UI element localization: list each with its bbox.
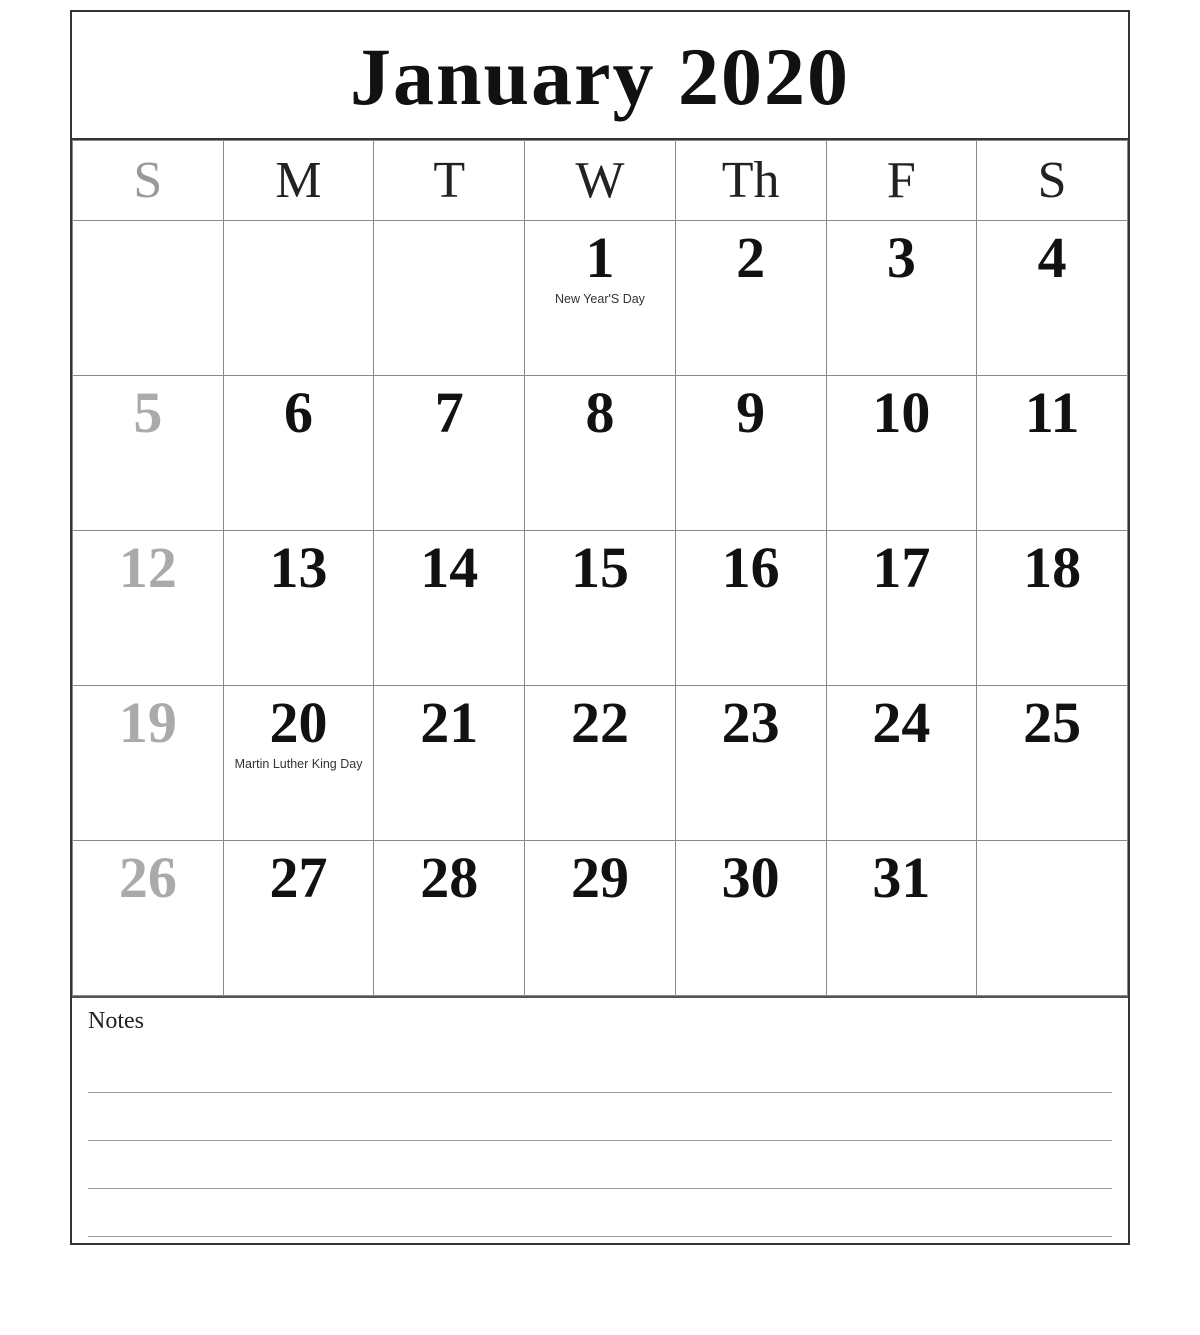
- day-number: 1: [535, 229, 665, 287]
- day-of-week-header: Th: [675, 141, 826, 221]
- day-number: 8: [535, 384, 665, 442]
- calendar-header: January 2020: [72, 12, 1128, 140]
- day-number: 27: [234, 849, 364, 907]
- notes-line: [88, 1045, 1112, 1093]
- calendar-day-cell: 10: [826, 376, 977, 531]
- day-number: 9: [686, 384, 816, 442]
- day-of-week-header: S: [73, 141, 224, 221]
- calendar-grid: SMTWThFS 1New Year'S Day2345678910111213…: [72, 140, 1128, 996]
- day-number: 22: [535, 694, 665, 752]
- day-number: 15: [535, 539, 665, 597]
- calendar-day-cell: 25: [977, 686, 1128, 841]
- calendar-day-cell: [977, 841, 1128, 996]
- day-number: 3: [837, 229, 967, 287]
- calendar-week-row: 56789 10 11: [73, 376, 1128, 531]
- calendar-title: January 2020: [82, 30, 1118, 124]
- calendar-day-cell: 5: [73, 376, 224, 531]
- notes-section: Notes: [72, 996, 1128, 1243]
- calendar-day-cell: 26: [73, 841, 224, 996]
- calendar-day-cell: 4: [977, 221, 1128, 376]
- calendar-day-cell: 19: [73, 686, 224, 841]
- day-holiday-label: Martin Luther King Day: [234, 756, 364, 772]
- day-number: 7: [384, 384, 514, 442]
- calendar-container: January 2020 SMTWThFS 1New Year'S Day234…: [70, 10, 1130, 1245]
- day-number: 18: [987, 539, 1117, 597]
- calendar-day-cell: 29: [525, 841, 676, 996]
- day-number: 20: [234, 694, 364, 752]
- calendar-day-cell: 17: [826, 531, 977, 686]
- calendar-day-cell: 24: [826, 686, 977, 841]
- day-number: 17: [837, 539, 967, 597]
- notes-line: [88, 1141, 1112, 1189]
- calendar-day-cell: 18: [977, 531, 1128, 686]
- day-number: 31: [837, 849, 967, 907]
- calendar-week-row: 1 New Year'S Day 234: [73, 221, 1128, 376]
- calendar-day-cell: 27: [223, 841, 374, 996]
- calendar-day-cell: 30: [675, 841, 826, 996]
- calendar-day-cell: [73, 221, 224, 376]
- day-number: 23: [686, 694, 816, 752]
- day-number: 14: [384, 539, 514, 597]
- day-of-week-header: T: [374, 141, 525, 221]
- day-number: 11: [987, 384, 1117, 442]
- calendar-day-cell: 1 New Year'S Day: [525, 221, 676, 376]
- calendar-day-cell: 11: [977, 376, 1128, 531]
- day-of-week-header: F: [826, 141, 977, 221]
- day-number: 4: [987, 229, 1117, 287]
- notes-line: [88, 1189, 1112, 1237]
- day-number: 5: [83, 384, 213, 442]
- notes-line: [88, 1093, 1112, 1141]
- calendar-week-row: 19 20 Martin Luther King Day 21 22 23 24 25: [73, 686, 1128, 841]
- day-number: 19: [83, 694, 213, 752]
- calendar-day-cell: 8: [525, 376, 676, 531]
- day-of-week-header: W: [525, 141, 676, 221]
- day-number: 10: [837, 384, 967, 442]
- day-of-week-header: M: [223, 141, 374, 221]
- day-number: 29: [535, 849, 665, 907]
- day-holiday-label: New Year'S Day: [535, 291, 665, 307]
- calendar-day-cell: 15: [525, 531, 676, 686]
- calendar-day-cell: 12: [73, 531, 224, 686]
- calendar-day-cell: 31: [826, 841, 977, 996]
- notes-lines: [88, 1045, 1112, 1237]
- calendar-day-cell: [223, 221, 374, 376]
- calendar-week-row: 12 13 14 15 16 17 18: [73, 531, 1128, 686]
- calendar-day-cell: 2: [675, 221, 826, 376]
- calendar-day-cell: 21: [374, 686, 525, 841]
- day-number: 2: [686, 229, 816, 287]
- notes-label: Notes: [88, 1008, 1112, 1035]
- day-of-week-header: S: [977, 141, 1128, 221]
- calendar-day-cell: 14: [374, 531, 525, 686]
- calendar-day-cell: 16: [675, 531, 826, 686]
- calendar-day-cell: 28: [374, 841, 525, 996]
- calendar-week-row: 26 27 28 29 30 31: [73, 841, 1128, 996]
- calendar-day-cell: 13: [223, 531, 374, 686]
- day-number: 30: [686, 849, 816, 907]
- day-number: 16: [686, 539, 816, 597]
- day-header-row: SMTWThFS: [73, 141, 1128, 221]
- calendar-day-cell: 20 Martin Luther King Day: [223, 686, 374, 841]
- day-number: 24: [837, 694, 967, 752]
- calendar-day-cell: 23: [675, 686, 826, 841]
- day-number: 28: [384, 849, 514, 907]
- day-number: 6: [234, 384, 364, 442]
- calendar-day-cell: 22: [525, 686, 676, 841]
- calendar-day-cell: 9: [675, 376, 826, 531]
- calendar-day-cell: [374, 221, 525, 376]
- day-number: 21: [384, 694, 514, 752]
- calendar-day-cell: 3: [826, 221, 977, 376]
- calendar-day-cell: 6: [223, 376, 374, 531]
- day-number: 26: [83, 849, 213, 907]
- day-number: 13: [234, 539, 364, 597]
- day-number: 12: [83, 539, 213, 597]
- calendar-day-cell: 7: [374, 376, 525, 531]
- day-number: 25: [987, 694, 1117, 752]
